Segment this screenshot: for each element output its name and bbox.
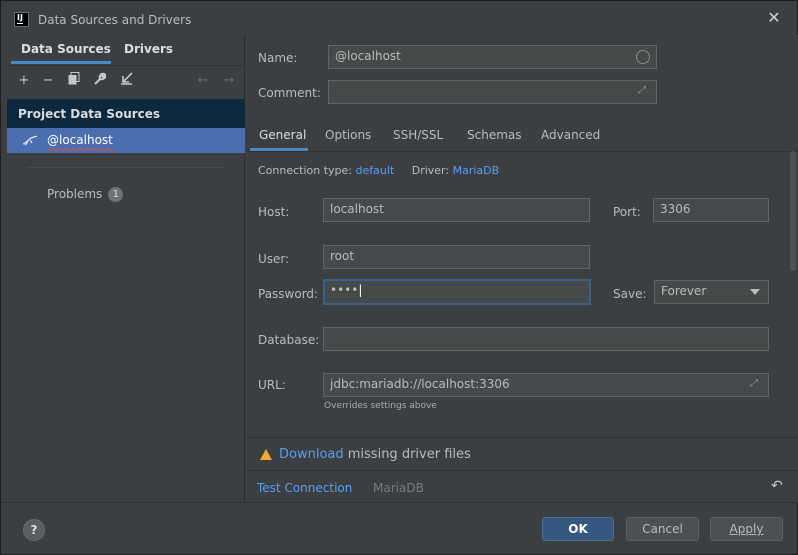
import-icon[interactable] bbox=[117, 72, 135, 90]
save-value: Forever bbox=[661, 284, 707, 298]
url-label: URL: bbox=[258, 378, 286, 392]
tab-advanced[interactable]: Advanced bbox=[541, 128, 600, 142]
connection-actions-row: Test Connection MariaDB ↶ bbox=[246, 472, 798, 502]
password-value: •••• bbox=[330, 283, 359, 297]
port-field[interactable]: 3306 bbox=[653, 198, 769, 222]
help-button[interactable]: ? bbox=[23, 519, 45, 541]
connection-type-row: Connection type: default Driver: MariaDB bbox=[258, 164, 499, 177]
left-toolbar: + − ← → bbox=[7, 65, 245, 97]
add-icon[interactable]: + bbox=[15, 72, 33, 90]
mariadb-icon bbox=[22, 132, 38, 148]
user-value: root bbox=[330, 249, 355, 263]
back-arrow-icon[interactable]: ← bbox=[194, 72, 212, 90]
connection-type-label: Connection type: bbox=[258, 164, 353, 177]
active-tab-indicator bbox=[11, 61, 111, 64]
password-field[interactable]: ••••| bbox=[323, 279, 591, 305]
scrollbar[interactable] bbox=[790, 151, 796, 271]
title-bar: IJ Data Sources and Drivers ✕ bbox=[1, 1, 797, 35]
color-circle-icon[interactable] bbox=[636, 50, 650, 64]
revert-icon[interactable]: ↶ bbox=[771, 478, 783, 494]
driver-warning-bar: Download missing driver files bbox=[246, 437, 798, 471]
apply-label: Apply bbox=[729, 522, 764, 536]
tab-ssh-ssl[interactable]: SSH/SSL bbox=[393, 128, 443, 142]
left-panel: Data Sources Drivers + − ← → Project Dat… bbox=[7, 35, 245, 502]
host-label: Host: bbox=[258, 205, 290, 219]
tab-general[interactable]: General bbox=[259, 128, 306, 142]
database-label: Database: bbox=[258, 333, 320, 347]
data-source-label: @localhost bbox=[47, 133, 113, 147]
save-select[interactable]: Forever bbox=[654, 280, 769, 304]
tab-drivers[interactable]: Drivers bbox=[124, 42, 173, 56]
remove-icon[interactable]: − bbox=[39, 72, 57, 90]
duplicate-icon[interactable] bbox=[65, 72, 83, 90]
settings-tabs: General Options SSH/SSL Schemas Advanced bbox=[246, 120, 798, 152]
divider bbox=[27, 167, 225, 168]
dialog-window: IJ Data Sources and Drivers ✕ Data Sourc… bbox=[0, 0, 798, 555]
project-data-sources-header: Project Data Sources bbox=[7, 99, 245, 128]
url-field[interactable]: jdbc:mariadb://localhost:3306 ⤢ bbox=[323, 373, 769, 397]
driver-link[interactable]: MariaDB bbox=[453, 164, 500, 177]
download-link[interactable]: Download bbox=[279, 447, 344, 462]
url-value: jdbc:mariadb://localhost:3306 bbox=[330, 377, 510, 391]
forward-arrow-icon[interactable]: → bbox=[220, 72, 238, 90]
dialog-footer: ? OK Cancel Apply bbox=[1, 502, 797, 554]
chevron-down-icon bbox=[750, 289, 760, 295]
name-field[interactable]: @localhost bbox=[328, 45, 657, 69]
test-connection-link[interactable]: Test Connection bbox=[257, 481, 352, 495]
host-value: localhost bbox=[330, 202, 384, 216]
expand-icon[interactable]: ⤢ bbox=[638, 85, 650, 97]
driver-name-label: MariaDB bbox=[373, 481, 424, 495]
name-label: Name: bbox=[258, 51, 298, 65]
expand-icon[interactable]: ⤢ bbox=[750, 378, 762, 390]
tab-data-sources[interactable]: Data Sources bbox=[21, 42, 111, 56]
comment-label: Comment: bbox=[258, 86, 321, 100]
user-field[interactable]: root bbox=[323, 245, 590, 269]
port-value: 3306 bbox=[660, 202, 691, 216]
cancel-button[interactable]: Cancel bbox=[626, 517, 699, 541]
host-field[interactable]: localhost bbox=[323, 198, 590, 222]
intellij-app-icon: IJ bbox=[14, 12, 29, 27]
tab-options[interactable]: Options bbox=[325, 128, 371, 142]
comment-field[interactable]: ⤢ bbox=[328, 80, 657, 104]
password-label: Password: bbox=[258, 287, 319, 301]
close-icon[interactable]: ✕ bbox=[766, 10, 782, 26]
warning-text: missing driver files bbox=[343, 447, 471, 462]
problems-item[interactable]: Problems 1 bbox=[47, 187, 124, 202]
problems-label: Problems bbox=[47, 187, 103, 201]
name-value: @localhost bbox=[335, 49, 401, 63]
port-label: Port: bbox=[613, 205, 641, 219]
tab-schemas[interactable]: Schemas bbox=[467, 128, 522, 142]
problems-count-badge: 1 bbox=[108, 187, 124, 202]
warning-icon bbox=[260, 449, 272, 460]
warning-message: Download missing driver files bbox=[279, 447, 471, 462]
url-hint: Overrides settings above bbox=[324, 401, 437, 411]
apply-button[interactable]: Apply bbox=[710, 517, 783, 541]
database-field[interactable] bbox=[323, 327, 769, 351]
save-label: Save: bbox=[613, 287, 647, 301]
active-tab-indicator bbox=[250, 148, 308, 151]
user-label: User: bbox=[258, 252, 290, 266]
window-title: Data Sources and Drivers bbox=[38, 13, 192, 27]
left-tabs: Data Sources Drivers bbox=[7, 35, 245, 64]
ok-button[interactable]: OK bbox=[542, 517, 614, 541]
connection-type-link[interactable]: default bbox=[356, 164, 395, 177]
data-source-item[interactable]: @localhost bbox=[7, 128, 245, 153]
wrench-icon[interactable] bbox=[91, 72, 109, 90]
right-panel: Name: @localhost Comment: ⤢ General Opti… bbox=[246, 35, 798, 502]
driver-label: Driver: bbox=[411, 164, 450, 177]
